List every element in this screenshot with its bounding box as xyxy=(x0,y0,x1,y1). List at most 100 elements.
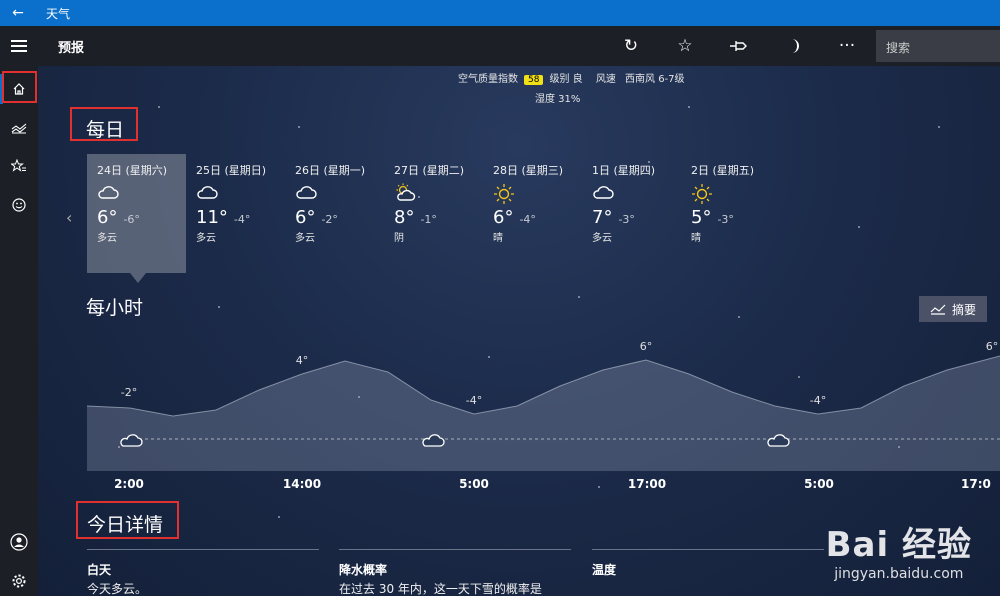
high-temp: 6° xyxy=(493,207,514,228)
temp-label: -4° xyxy=(810,394,826,407)
wind-label: 风速 xyxy=(595,74,616,85)
summary-label: 摘要 xyxy=(951,302,976,317)
condition-text: 晴 xyxy=(691,233,701,244)
command-bar: 预报 ↻ ☆ ··· 搜索 xyxy=(0,26,1000,66)
cloud-icon xyxy=(97,183,176,205)
temperature-area xyxy=(87,356,1000,471)
cloud-icon xyxy=(196,183,275,205)
nav-life[interactable] xyxy=(0,186,38,224)
time-label: 17:00 xyxy=(627,477,667,491)
daily-forecast-strip: 24日 (星期六) 6° -6° 多云 25日 (星期日) 11° -4° 多云 2… xyxy=(87,154,780,283)
low-temp: -6° xyxy=(123,213,140,226)
low-temp: -3° xyxy=(618,213,635,226)
hourly-title: 每小时 xyxy=(86,297,144,319)
nav-historical[interactable] xyxy=(0,109,38,147)
favorite-star-icon[interactable]: ☆ xyxy=(658,26,712,66)
high-temp: 11° xyxy=(196,207,228,228)
more-icon[interactable]: ··· xyxy=(820,26,874,66)
today-highlight-box xyxy=(76,501,179,539)
temp-label: -2° xyxy=(121,386,137,399)
level-label: 级别 xyxy=(549,74,570,85)
condition-text: 晴 xyxy=(493,233,503,244)
day-name: 1日 (星期四) xyxy=(592,164,656,177)
day-card[interactable]: 26日 (星期一) 6° -2° 多云 xyxy=(285,154,384,273)
detail-divider xyxy=(592,549,824,550)
settings-gear-icon xyxy=(12,574,26,588)
aqi-label: 空气质量指数 xyxy=(458,74,518,85)
pin-icon[interactable] xyxy=(712,26,766,66)
watermark-logo: Bai 经验 xyxy=(825,525,972,565)
hamburger-menu-icon[interactable] xyxy=(0,26,38,66)
watermark-url: jingyan.baidu.com xyxy=(834,566,964,582)
temperature-title: 温度 xyxy=(592,563,617,577)
high-temp: 6° xyxy=(295,207,316,228)
prev-days-chevron-icon[interactable]: ‹ xyxy=(66,208,72,227)
time-label: 5:00 xyxy=(459,477,489,491)
forecast-main: 空气质量指数 58 级别 良 风速 西南风 6-7级 湿度 31% 每日 ‹ 24日… xyxy=(38,66,1000,596)
temp-label: -4° xyxy=(466,394,482,407)
partly-sunny-icon xyxy=(394,183,473,205)
sun-icon xyxy=(493,183,572,205)
condition-text: 多云 xyxy=(295,233,315,244)
day-name: 28日 (星期三) xyxy=(493,164,564,177)
account-icon xyxy=(10,533,28,551)
day-card[interactable]: 27日 (星期二) 8° -1° 阴 xyxy=(384,154,483,273)
cloud-icon xyxy=(295,183,374,205)
time-label: 2:00 xyxy=(114,477,144,491)
back-arrow-icon[interactable]: ← xyxy=(0,5,36,21)
level-value: 良 xyxy=(572,74,583,85)
nav-settings[interactable] xyxy=(0,562,38,596)
time-label: 5:00 xyxy=(804,477,834,491)
page-title: 预报 xyxy=(58,40,85,56)
temp-label: 4° xyxy=(296,354,309,367)
day-name: 24日 (星期六) xyxy=(97,164,168,177)
high-temp: 5° xyxy=(691,207,712,228)
high-temp: 6° xyxy=(97,207,118,228)
dark-mode-moon-icon[interactable] xyxy=(766,26,820,66)
cloud-icon xyxy=(592,183,671,205)
home-highlight-box xyxy=(2,71,37,103)
humidity-text: 湿度 31% xyxy=(535,94,581,105)
aqi-badge: 58 xyxy=(524,75,544,85)
time-label: 17:0 xyxy=(961,477,991,491)
condition-text: 多云 xyxy=(97,233,117,244)
precip-text: 在过去 30 年内，这一天下雪的概率是 xyxy=(339,582,542,596)
day-card[interactable]: 28日 (星期三) 6° -4° 晴 xyxy=(483,154,582,273)
day-name: 2日 (星期五) xyxy=(691,164,755,177)
low-temp: -3° xyxy=(717,213,734,226)
day-card[interactable]: 1日 (星期四) 7° -3° 多云 xyxy=(582,154,681,273)
summary-chart-icon xyxy=(930,304,946,315)
historical-chart-icon xyxy=(11,123,27,134)
summary-button[interactable]: 摘要 xyxy=(919,296,987,322)
high-temp: 7° xyxy=(592,207,613,228)
high-temp: 8° xyxy=(394,207,415,228)
time-label: 14:00 xyxy=(282,477,322,491)
nav-account[interactable] xyxy=(0,523,38,561)
day-name: 27日 (星期二) xyxy=(394,164,465,177)
app-title: 天气 xyxy=(46,6,71,21)
temp-label: 6° xyxy=(640,340,653,353)
search-input[interactable]: 搜索 xyxy=(876,30,1000,62)
day-card[interactable]: 2日 (星期五) 5° -3° 晴 xyxy=(681,154,780,273)
day-name: 25日 (星期日) xyxy=(196,164,267,177)
condition-text: 多云 xyxy=(592,233,612,244)
day-card[interactable]: 24日 (星期六) 6° -6° 多云 xyxy=(87,154,186,283)
condition-text: 阴 xyxy=(394,233,404,244)
baidu-watermark: Bai 经验 jingyan.baidu.com xyxy=(826,517,972,582)
low-temp: -4° xyxy=(519,213,536,226)
day-card[interactable]: 25日 (星期日) 11° -4° 多云 xyxy=(186,154,285,273)
refresh-icon[interactable]: ↻ xyxy=(604,26,658,66)
daytime-title: 白天 xyxy=(87,563,112,577)
current-conditions: 空气质量指数 58 级别 良 风速 西南风 6-7级 xyxy=(458,70,685,85)
left-navigation xyxy=(0,66,38,596)
wind-value: 西南风 6-7级 xyxy=(625,74,685,85)
low-temp: -4° xyxy=(233,213,251,226)
hourly-temperature-chart: -2° 4° -4° 6° -4° 6° xyxy=(87,340,1000,471)
title-bar: ← 天气 xyxy=(0,0,1000,26)
detail-divider xyxy=(339,549,571,550)
sun-icon xyxy=(691,183,770,205)
daily-highlight-box xyxy=(70,107,138,141)
low-temp: -2° xyxy=(321,213,338,226)
nav-favorites[interactable] xyxy=(0,147,38,185)
condition-text: 多云 xyxy=(196,233,216,244)
